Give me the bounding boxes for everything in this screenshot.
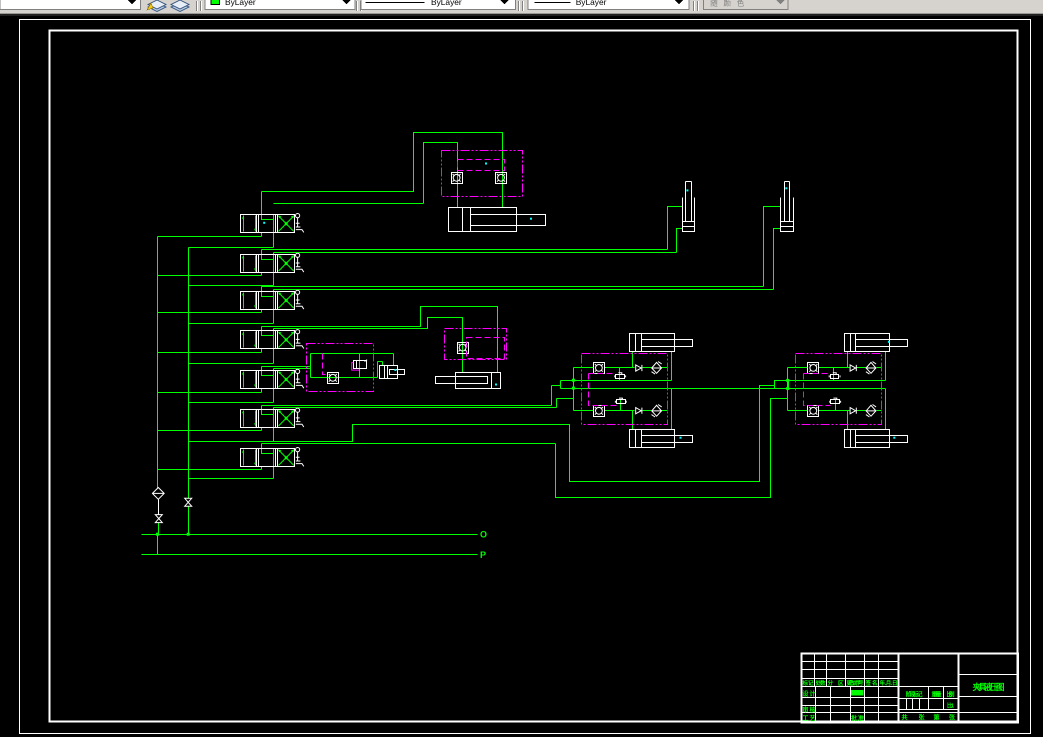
svg-text:共: 共 bbox=[902, 713, 908, 721]
svg-text:随颜色: 随颜色 bbox=[710, 0, 745, 8]
svg-text:ByLayer: ByLayer bbox=[576, 0, 607, 7]
svg-text:设计: 设计 bbox=[803, 690, 816, 698]
svg-text:签名: 签名 bbox=[865, 679, 878, 687]
svg-text:ByLayer: ByLayer bbox=[225, 0, 256, 7]
svg-text:阶段标记: 阶段标记 bbox=[906, 691, 923, 699]
svg-text:张: 张 bbox=[949, 713, 956, 721]
svg-text:比例: 比例 bbox=[947, 691, 955, 699]
svg-text:张: 张 bbox=[919, 713, 926, 721]
svg-text:处数: 处数 bbox=[815, 679, 826, 687]
svg-text:O: O bbox=[480, 530, 487, 540]
svg-text:年.月.日: 年.月.日 bbox=[880, 679, 898, 687]
svg-text:更改文件号: 更改文件号 bbox=[847, 679, 864, 687]
svg-text:比1: 比1 bbox=[947, 702, 954, 710]
svg-text:夹具液压图: 夹具液压图 bbox=[973, 682, 1005, 692]
svg-text:标记: 标记 bbox=[802, 679, 814, 687]
svg-text:P: P bbox=[480, 550, 486, 560]
svg-text:ByLayer: ByLayer bbox=[431, 0, 462, 7]
svg-text:批准: 批准 bbox=[851, 714, 864, 722]
svg-text:审核: 审核 bbox=[803, 706, 816, 714]
svg-text:工艺: 工艺 bbox=[803, 714, 816, 722]
svg-text:重量: 重量 bbox=[932, 691, 942, 699]
svg-text:第: 第 bbox=[933, 713, 940, 721]
